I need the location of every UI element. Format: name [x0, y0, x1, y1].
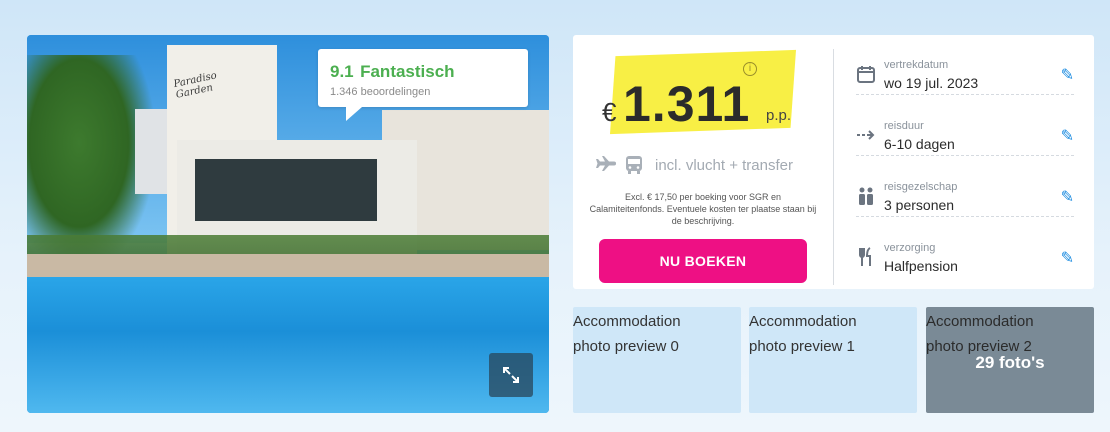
- price-section: € 1.311 p.p. i incl. vlucht + transfer E…: [573, 35, 833, 289]
- thumbnail-text: Accommodation: [573, 313, 681, 330]
- detail-row-board[interactable]: verzorging Halfpension ✎: [856, 218, 1074, 278]
- detail-label: vertrekdatum: [884, 59, 949, 71]
- booking-card: € 1.311 p.p. i incl. vlucht + transfer E…: [573, 35, 1094, 289]
- bus-icon: [626, 156, 642, 174]
- expand-photo-button[interactable]: [489, 353, 533, 397]
- photo-count-overlay: 29 foto's: [975, 353, 1045, 372]
- detail-label: reisduur: [884, 120, 924, 132]
- thumbnail-text: photo preview 1: [749, 338, 855, 355]
- cutlery-icon: [859, 247, 871, 266]
- pencil-icon[interactable]: ✎: [1061, 126, 1074, 146]
- detail-row-travelers[interactable]: reisgezelschap 3 personen ✎: [856, 157, 1074, 217]
- detail-value: 3 personen: [884, 197, 955, 213]
- thumbnail-text: Accommodation: [926, 313, 1034, 330]
- people-icon: [859, 187, 873, 205]
- included-row: incl. vlucht + transfer: [595, 155, 793, 175]
- expand-arrows-icon: [503, 367, 519, 383]
- airplane-icon: [596, 156, 616, 171]
- hero-photo[interactable]: Paradiso Garden 9.1 Fantastisch 1.346 be…: [27, 35, 549, 413]
- hero-glass-facade: [195, 159, 377, 221]
- included-text: incl. vlucht + transfer: [655, 156, 793, 174]
- photo-thumbnail-2[interactable]: Accommodation photo preview 2 29 foto's: [926, 307, 1094, 413]
- rating-label: Fantastisch: [360, 62, 455, 81]
- duration-arrow-icon: [857, 130, 875, 140]
- rating-count: 1.346 beoordelingen: [330, 86, 431, 98]
- detail-value: wo 19 jul. 2023: [884, 75, 979, 91]
- photo-thumbnail-0[interactable]: Accommodation photo preview 0: [573, 307, 741, 413]
- pencil-icon[interactable]: ✎: [1061, 248, 1074, 268]
- thumbnail-text: photo preview 0: [573, 338, 679, 355]
- pencil-icon[interactable]: ✎: [1061, 65, 1074, 85]
- detail-label: reisgezelschap: [884, 181, 958, 193]
- rating-score: 9.1: [330, 62, 354, 81]
- detail-value: 6-10 dagen: [884, 136, 955, 152]
- photo-thumbnail-1[interactable]: Accommodation photo preview 1: [749, 307, 917, 413]
- detail-value: Halfpension: [884, 258, 958, 274]
- detail-row-departure[interactable]: vertrekdatum wo 19 jul. 2023 ✎: [856, 35, 1074, 95]
- thumbnail-text: Accommodation: [749, 313, 857, 330]
- price-suffix: p.p.: [766, 107, 792, 124]
- info-icon[interactable]: i: [743, 62, 757, 76]
- excl-note: Excl. € 17,50 per boeking voor SGR en Ca…: [589, 192, 817, 226]
- rating-bubble[interactable]: 9.1 Fantastisch 1.346 beoordelingen: [318, 49, 528, 121]
- detail-label: verzorging: [884, 242, 936, 254]
- pencil-icon[interactable]: ✎: [1061, 187, 1074, 207]
- book-now-button[interactable]: NU BOEKEN: [599, 239, 807, 283]
- calendar-icon: [857, 66, 875, 83]
- trip-details: vertrekdatum wo 19 jul. 2023 ✎ reisduur …: [834, 35, 1094, 289]
- price-value: 1.311: [623, 76, 751, 132]
- hero-pool-deck: [27, 254, 549, 277]
- hero-pool: [27, 276, 549, 413]
- detail-row-duration[interactable]: reisduur 6-10 dagen ✎: [856, 96, 1074, 156]
- price-currency: €: [602, 97, 617, 127]
